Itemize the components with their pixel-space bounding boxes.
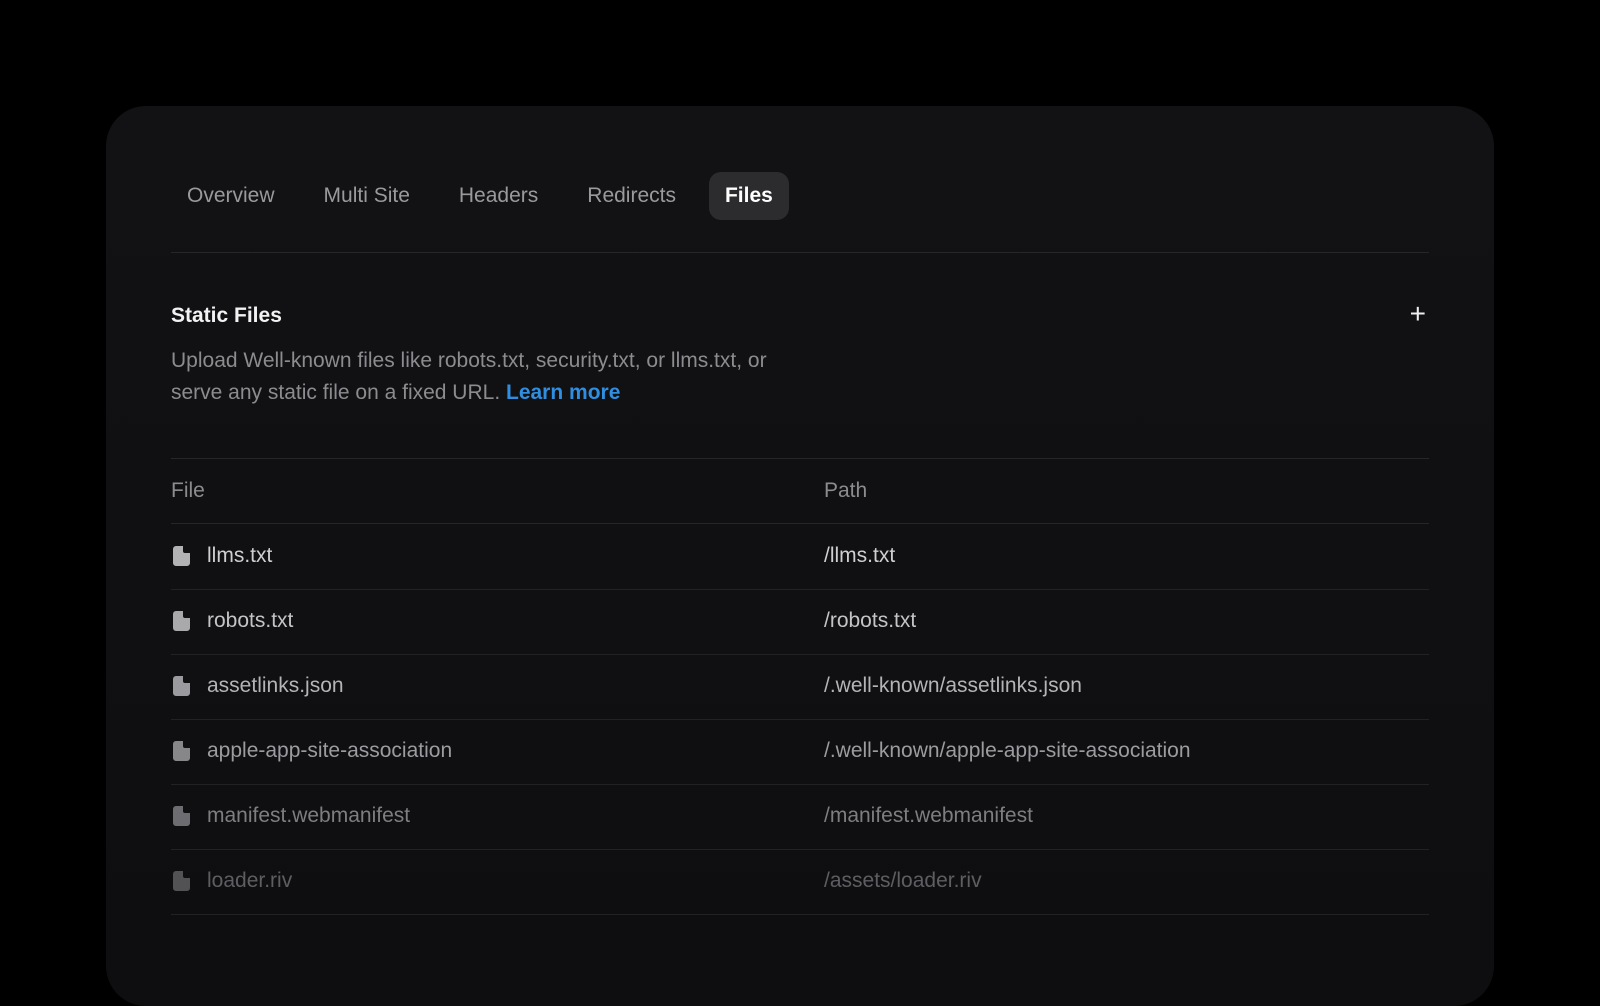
tab-overview[interactable]: Overview — [171, 172, 291, 220]
file-icon — [173, 806, 190, 826]
file-path: /llms.txt — [824, 544, 896, 567]
file-path: /.well-known/assetlinks.json — [824, 674, 1082, 697]
file-name: apple-app-site-association — [207, 739, 453, 762]
tab-bar: Overview Multi Site Headers Redirects Fi… — [171, 172, 806, 220]
column-header-path: Path — [824, 479, 868, 502]
divider — [171, 252, 1429, 253]
section-description: Upload Well-known files like robots.txt,… — [171, 349, 767, 404]
table-row[interactable]: llms.txt/llms.txt — [171, 524, 1429, 590]
column-header-file: File — [171, 479, 205, 502]
table-row[interactable]: apple-app-site-association /.well-known/a… — [171, 719, 1429, 785]
file-name: robots.txt — [207, 609, 294, 632]
file-icon — [173, 611, 190, 631]
file-icon — [173, 676, 190, 696]
tab-redirects[interactable]: Redirects — [571, 172, 692, 220]
table-row[interactable]: manifest.webmanifest/manifest.webmanifes… — [171, 784, 1429, 850]
file-path: /robots.txt — [824, 609, 917, 632]
file-path: /manifest.webmanifest — [824, 804, 1033, 827]
file-path: /assets/loader.riv — [824, 869, 982, 892]
file-name: llms.txt — [207, 544, 273, 567]
file-name: loader.riv — [207, 869, 293, 892]
tab-multi-site[interactable]: Multi Site — [308, 172, 426, 220]
table-row[interactable]: assetlinks.json /.well-known/assetlinks.j… — [171, 654, 1429, 720]
tab-headers[interactable]: Headers — [443, 172, 554, 220]
divider — [171, 458, 1429, 459]
tab-files[interactable]: Files — [708, 172, 789, 220]
file-icon — [173, 546, 190, 566]
learn-more-link[interactable]: Learn more — [506, 381, 620, 404]
file-path: /.well-known/apple-app-site-association — [824, 739, 1191, 762]
plus-icon[interactable]: + — [1410, 300, 1426, 328]
file-name: assetlinks.json — [207, 674, 344, 697]
file-icon — [173, 871, 190, 891]
file-name: manifest.webmanifest — [207, 804, 411, 827]
table-row[interactable]: loader.riv/assets/loader.riv — [171, 849, 1429, 915]
settings-card: Overview Multi Site Headers Redirects Fi… — [106, 106, 1494, 1006]
section-title: Static Files — [171, 304, 282, 327]
table-row[interactable]: robots.txt/robots.txt — [171, 589, 1429, 655]
file-icon — [173, 741, 190, 761]
